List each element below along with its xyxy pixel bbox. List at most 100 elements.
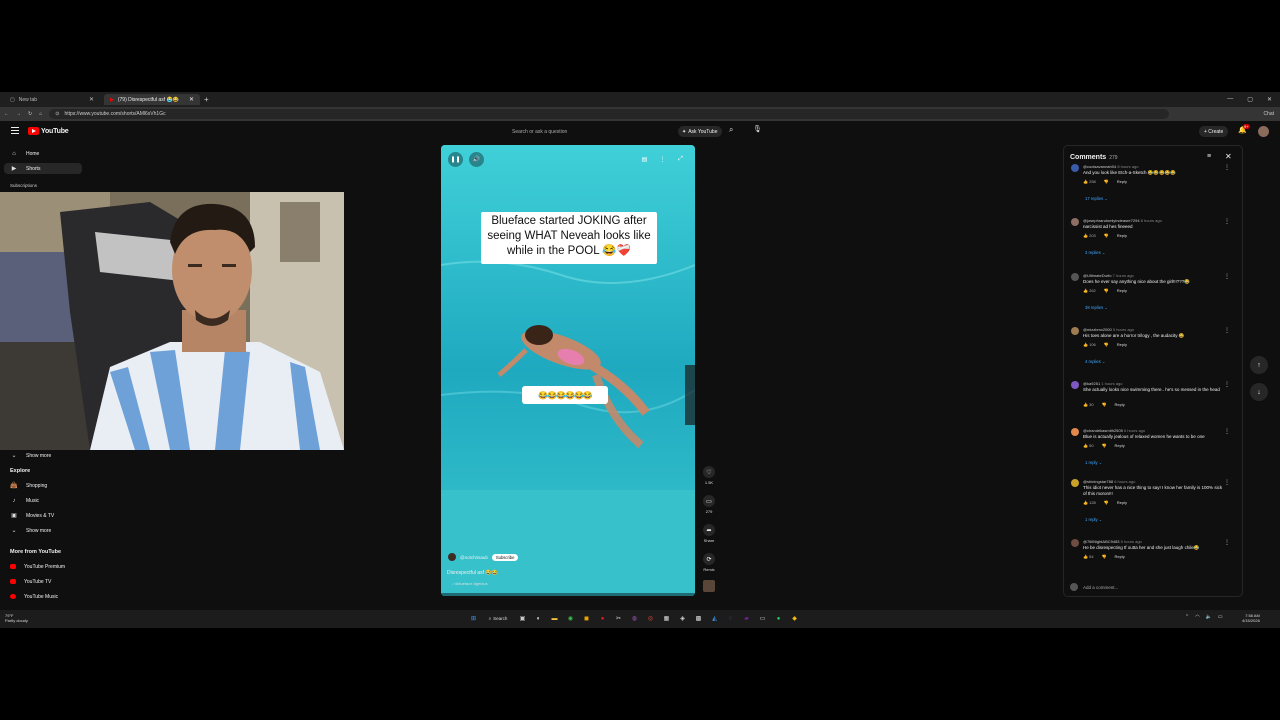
reply-button[interactable]: Reply [1117, 179, 1127, 184]
windows-start-icon[interactable]: ⊞ [468, 613, 479, 624]
sort-icon[interactable]: ≡ [1207, 153, 1211, 160]
like-comment[interactable]: 👍 258 [1083, 179, 1096, 184]
volume-icon[interactable]: 🔊 [469, 152, 484, 167]
like-comment[interactable]: 👍 262 [1083, 288, 1096, 293]
comment-menu-icon[interactable]: ⋮ [1224, 218, 1230, 225]
xbox-icon[interactable]: ◉ [565, 613, 576, 624]
captions-icon[interactable]: ▤ [637, 152, 652, 167]
thumbs-down-icon[interactable]: 👎 [1104, 288, 1109, 293]
chevron-up-icon[interactable]: ⌃ [1185, 614, 1189, 620]
more-options-icon[interactable]: ⋮ [655, 152, 670, 167]
like-comment[interactable]: 👍 128 [1083, 500, 1096, 505]
close-icon[interactable]: ✕ [1225, 152, 1232, 161]
comment-menu-icon[interactable]: ⋮ [1224, 539, 1230, 546]
widgets-icon[interactable]: ◐ [533, 613, 544, 624]
photos-icon[interactable]: ▩ [693, 613, 704, 624]
calendar-icon[interactable]: ▦ [661, 613, 672, 624]
chat-button[interactable]: Chat [1263, 111, 1274, 117]
previous-short-icon[interactable]: ↑ [1250, 356, 1268, 374]
comment-menu-icon[interactable]: ⋮ [1224, 479, 1230, 486]
commenter-avatar[interactable] [1071, 479, 1079, 487]
account-avatar[interactable] [1258, 126, 1269, 137]
back-icon[interactable]: ← [4, 111, 9, 117]
forward-icon[interactable]: → [16, 111, 21, 117]
home-button-icon[interactable]: ⌂ [39, 111, 42, 117]
like-comment[interactable]: 👍 106 [1083, 342, 1096, 347]
view-replies-button[interactable]: 1 reply ⌄ [1085, 460, 1102, 465]
next-short-icon[interactable]: ↓ [1250, 383, 1268, 401]
channel-name[interactable]: @notchrisaub [460, 555, 488, 560]
commenter-avatar[interactable] [1071, 428, 1079, 436]
comment-menu-icon[interactable]: ⋮ [1224, 327, 1230, 334]
browser-tab-active[interactable]: ▶ (79) Disrespectful asf 😭😂 ✕ [104, 94, 200, 105]
close-window-icon[interactable]: ✕ [1267, 96, 1272, 103]
commenter-avatar[interactable] [1071, 327, 1079, 335]
remix-action[interactable]: ⟳ Remix [702, 553, 716, 572]
sidebar-item-youtube-tv[interactable]: YouTube TV [4, 576, 82, 587]
new-tab-icon[interactable]: + [204, 95, 209, 104]
thumbs-down-icon[interactable]: 👎 [1102, 443, 1107, 448]
close-tab-icon[interactable]: ✕ [89, 96, 94, 103]
comment-author[interactable]: @josephrandomlyindeasre7294 8 hours ago [1083, 218, 1162, 223]
reply-button[interactable]: Reply [1115, 554, 1125, 559]
spotify-icon[interactable]: ● [773, 613, 784, 624]
close-tab-icon[interactable]: ✕ [189, 96, 194, 103]
comment-menu-icon[interactable]: ⋮ [1224, 164, 1230, 171]
reply-button[interactable]: Reply [1117, 342, 1127, 347]
show-more-subscriptions[interactable]: ⌄ Show more [4, 450, 82, 461]
reply-button[interactable]: Reply [1117, 500, 1127, 505]
battery-icon[interactable]: ▭ [1218, 614, 1223, 620]
terminal-icon[interactable]: ▭ [757, 613, 768, 624]
video-progress-bar[interactable] [441, 593, 695, 596]
youtube-logo[interactable]: YouTube [28, 127, 69, 135]
edge-icon[interactable]: ◌ [725, 613, 736, 624]
fullscreen-icon[interactable]: ⤢ [673, 152, 688, 167]
thumbs-down-icon[interactable]: 👎 [1102, 402, 1107, 407]
comment-author[interactable]: @7tillNightABC9483 5 hours ago [1083, 539, 1142, 544]
thumbs-down-icon[interactable]: 👎 [1104, 179, 1109, 184]
discord-icon[interactable]: ◍ [629, 613, 640, 624]
comment-author[interactable]: @mizzbmx2000 5 hours ago [1083, 327, 1134, 332]
twitch-icon[interactable]: ▰ [741, 613, 752, 624]
sidebar-item-youtube-premium[interactable]: YouTube Premium [4, 561, 82, 572]
reply-button[interactable]: Reply [1117, 233, 1127, 238]
file-explorer-icon[interactable]: ▬ [549, 613, 560, 624]
sidebar-item-youtube-music[interactable]: YouTube Music [4, 591, 82, 602]
comment-author[interactable]: @UltimateDurfo 7 hours ago [1083, 273, 1134, 278]
like-comment[interactable]: 👍 30 [1083, 402, 1094, 407]
task-view-icon[interactable]: ▣ [517, 613, 528, 624]
comment-menu-icon[interactable]: ⋮ [1224, 428, 1230, 435]
view-replies-button[interactable]: 3 replies ⌄ [1085, 250, 1106, 255]
comment-menu-icon[interactable]: ⋮ [1224, 273, 1230, 280]
view-replies-button[interactable]: 17 replies ⌄ [1085, 196, 1108, 201]
minimize-icon[interactable]: — [1227, 96, 1233, 103]
capcut-icon[interactable]: ✂ [613, 613, 624, 624]
sidebar-item-shorts[interactable]: ▶ Shorts [4, 163, 82, 174]
reply-button[interactable]: Reply [1115, 443, 1125, 448]
commenter-avatar[interactable] [1071, 539, 1079, 547]
vscode-icon[interactable]: ◭ [709, 613, 720, 624]
reload-icon[interactable]: ↻ [28, 111, 32, 117]
commenter-avatar[interactable] [1071, 273, 1079, 281]
show-more-explore[interactable]: ⌄ Show more [4, 525, 82, 536]
thumbs-down-icon[interactable]: 👎 [1102, 554, 1107, 559]
comment-author[interactable]: @ka9251 1 hours ago [1083, 381, 1122, 386]
view-replies-button[interactable]: 4 replies ⌄ [1085, 359, 1106, 364]
chrome-icon[interactable]: ◎ [645, 613, 656, 624]
comments-action[interactable]: ▭ 279 [702, 495, 716, 514]
microphone-icon[interactable]: 🎙 [753, 125, 762, 133]
ask-youtube-button[interactable]: ✦ Ask YouTube [678, 126, 722, 137]
comment-author[interactable]: @coolsavannah04 8 hours ago [1083, 164, 1138, 169]
short-hashtags[interactable]: ♪ #blueface #genius [452, 581, 488, 586]
shorts-video-player[interactable]: Blueface started JOKING after seeing WHA… [441, 145, 695, 596]
thumbs-down-icon[interactable]: 👎 [1104, 342, 1109, 347]
weather-widget[interactable]: 79°F Partly cloudy [5, 613, 28, 623]
view-replies-button[interactable]: 1 reply ⌄ [1085, 517, 1102, 522]
search-icon[interactable]: ⌕ [729, 125, 733, 135]
address-bar[interactable]: ⊙ https://www.youtube.com/shorts/AMl6sVh… [49, 109, 1170, 119]
comment-author[interactable]: @chandrikasmith2505 6 hours ago [1083, 428, 1145, 433]
browser-tab[interactable]: ▢ New tab ✕ [4, 94, 100, 105]
sidebar-item-movies-tv[interactable]: ▣ Movies & TV [4, 510, 82, 521]
taskbar-search[interactable]: ⌕ Search [484, 613, 512, 624]
pause-icon[interactable]: ❚❚ [448, 152, 463, 167]
